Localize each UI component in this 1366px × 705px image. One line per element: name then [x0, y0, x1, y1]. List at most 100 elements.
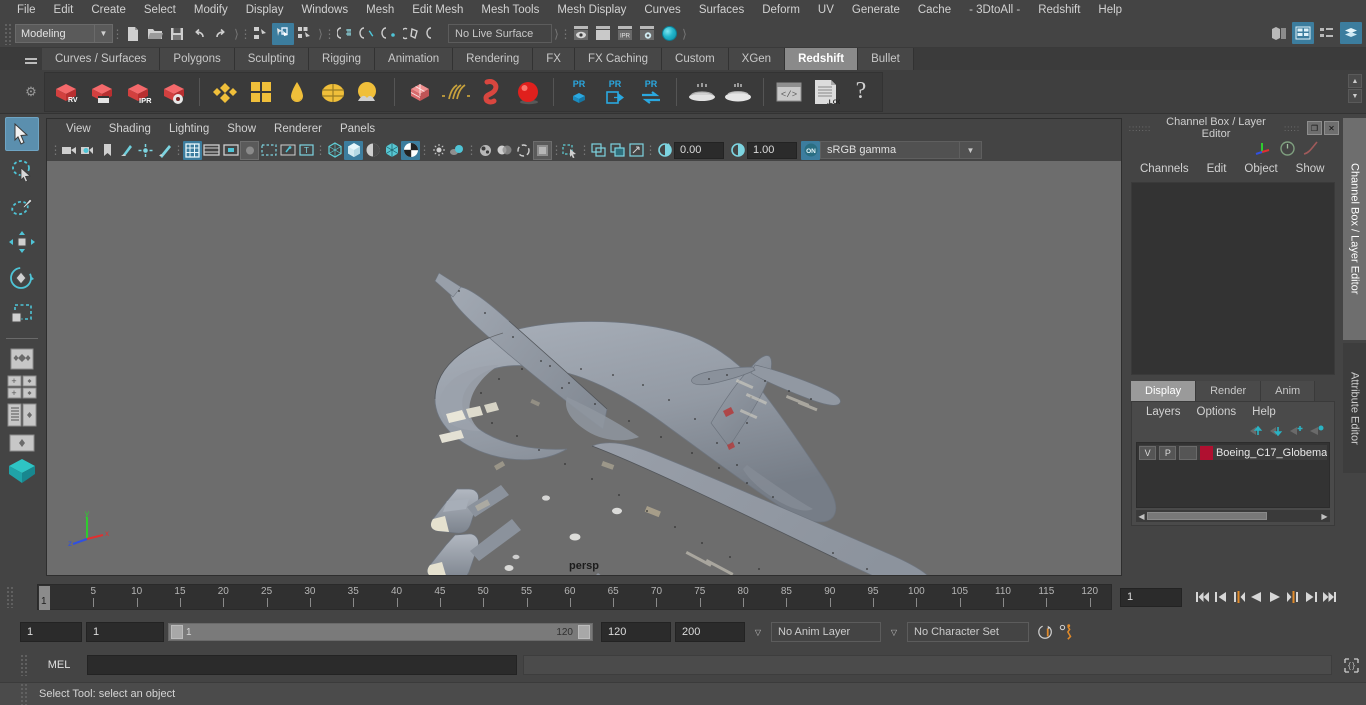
- redshift-script-editor-icon[interactable]: </>: [772, 74, 806, 110]
- help-line-grip[interactable]: [20, 683, 28, 705]
- curve-icon[interactable]: [1302, 140, 1319, 157]
- create-layer-from-selected-icon[interactable]: [1309, 425, 1324, 437]
- redshift-light-cone-icon[interactable]: [280, 74, 314, 110]
- scale-tool[interactable]: [5, 297, 39, 331]
- shelf-tab-custom[interactable]: Custom: [662, 48, 729, 70]
- undo-icon[interactable]: [188, 23, 210, 45]
- isolate-select-icon[interactable]: [561, 141, 580, 160]
- vtab-channel-box-layer-editor[interactable]: Channel Box / Layer Editor: [1343, 118, 1366, 340]
- shelf-options-gear-icon[interactable]: ⚙: [20, 70, 42, 114]
- tab-anim[interactable]: Anim: [1261, 381, 1316, 401]
- tab-display[interactable]: Display: [1131, 381, 1197, 401]
- time-slider-grip[interactable]: [6, 586, 14, 608]
- shelf-menu-icon[interactable]: [20, 48, 42, 70]
- layer-visibility-toggle[interactable]: V: [1139, 445, 1157, 460]
- shelf-tab-sculpting[interactable]: Sculpting: [234, 48, 310, 70]
- redshift-bake-set-icon[interactable]: [721, 74, 755, 110]
- menu-surfaces[interactable]: Surfaces: [690, 2, 753, 18]
- render-sequence-icon[interactable]: [592, 23, 614, 45]
- layout-four-view-icon[interactable]: + +: [4, 374, 40, 400]
- snap-to-point-icon[interactable]: [378, 23, 400, 45]
- menu-help[interactable]: Help: [1089, 2, 1131, 18]
- step-back-keyframe-icon[interactable]: [1212, 587, 1229, 607]
- color-management-toggle-icon[interactable]: ON: [801, 140, 820, 160]
- shelf-tab-curves-surfaces[interactable]: Curves / Surfaces: [42, 48, 161, 70]
- gate-mask-icon[interactable]: [240, 140, 259, 160]
- bookmark-icon[interactable]: [98, 141, 117, 160]
- viewport-menu-panels[interactable]: Panels: [331, 121, 384, 137]
- redshift-pr-transfer-icon[interactable]: PR: [634, 74, 668, 110]
- redshift-hair-icon[interactable]: [439, 74, 473, 110]
- menu-display[interactable]: Display: [237, 2, 293, 18]
- perspective-viewport[interactable]: y x z persp: [47, 161, 1121, 575]
- play-backwards-icon[interactable]: [1248, 587, 1265, 607]
- layer-list-horizontal-scrollbar[interactable]: ◀ ▶: [1136, 510, 1330, 522]
- viewport-menu-view[interactable]: View: [57, 121, 100, 137]
- redshift-log-icon[interactable]: .LOG: [808, 74, 842, 110]
- shaded-wireframe-icon[interactable]: [382, 141, 401, 160]
- gamma-icon[interactable]: [728, 141, 747, 160]
- color-management-selector[interactable]: sRGB gamma: [820, 141, 960, 159]
- grab-snapshot-icon[interactable]: [627, 141, 646, 160]
- snap-to-view-plane-icon[interactable]: [422, 23, 444, 45]
- move-layer-down-icon[interactable]: [1269, 425, 1284, 437]
- view-sequence-icon[interactable]: [608, 141, 627, 160]
- anim-layer-selector[interactable]: No Anim Layer: [771, 622, 881, 642]
- layer-list[interactable]: V P Boeing_C17_Globemas: [1136, 442, 1330, 508]
- axis-mini-icon[interactable]: [1255, 140, 1273, 156]
- go-to-end-icon[interactable]: [1320, 587, 1337, 607]
- range-left-handle[interactable]: [171, 625, 183, 639]
- redshift-sphere-icon[interactable]: [511, 74, 545, 110]
- menu-file[interactable]: File: [8, 2, 45, 18]
- grease-pencil-icon[interactable]: [155, 141, 174, 160]
- shelf-scroll-down-icon[interactable]: ▼: [1348, 89, 1362, 103]
- menu-modify[interactable]: Modify: [185, 2, 237, 18]
- channels-menu[interactable]: Channels: [1131, 161, 1198, 177]
- range-right-handle[interactable]: [578, 625, 590, 639]
- depth-of-field-icon[interactable]: [533, 140, 552, 160]
- menu-edit-mesh[interactable]: Edit Mesh: [403, 2, 472, 18]
- character-set-chevron-down-icon[interactable]: ▽: [885, 628, 903, 637]
- exposure-icon[interactable]: [655, 141, 674, 160]
- rotate-tool[interactable]: [5, 261, 39, 295]
- step-forward-frame-icon[interactable]: [1284, 587, 1301, 607]
- redshift-help-icon[interactable]: ?: [844, 74, 878, 110]
- playback-start-field[interactable]: 1: [20, 622, 82, 642]
- live-surface-field[interactable]: No Live Surface: [448, 24, 552, 43]
- go-to-start-icon[interactable]: [1194, 587, 1211, 607]
- shelf-tab-redshift[interactable]: Redshift: [785, 48, 859, 70]
- range-bar[interactable]: 1 120: [168, 623, 593, 641]
- redshift-volume-icon[interactable]: [475, 74, 509, 110]
- layout-hypergraph-icon[interactable]: [4, 430, 40, 456]
- redshift-bake-icon[interactable]: [685, 74, 719, 110]
- shadows-icon[interactable]: [448, 141, 467, 160]
- layer-shading-toggle[interactable]: [1179, 445, 1197, 460]
- channel-box-toggle-icon[interactable]: [1292, 22, 1314, 44]
- command-line-grip[interactable]: [20, 654, 28, 676]
- help-menu[interactable]: Help: [1244, 405, 1284, 419]
- select-tool[interactable]: [5, 117, 39, 151]
- animation-preferences-icon[interactable]: [1058, 622, 1075, 642]
- scroll-thumb[interactable]: [1147, 512, 1267, 520]
- shelf-tab-xgen[interactable]: XGen: [728, 48, 786, 70]
- open-scene-icon[interactable]: [144, 23, 166, 45]
- xray-icon[interactable]: [259, 141, 278, 160]
- menu-set-selector[interactable]: Modeling: [15, 24, 95, 43]
- smooth-shade-all-icon[interactable]: [344, 140, 363, 160]
- image-plane-icon[interactable]: [117, 141, 136, 160]
- shelf-tab-rendering[interactable]: Rendering: [453, 48, 534, 70]
- edit-menu[interactable]: Edit: [1198, 161, 1236, 177]
- redshift-render-sequence-icon[interactable]: [85, 74, 119, 110]
- layout-single-perspective-icon[interactable]: [4, 346, 40, 372]
- select-by-component-icon[interactable]: [294, 23, 316, 45]
- play-forwards-icon[interactable]: [1266, 587, 1283, 607]
- step-forward-keyframe-icon[interactable]: [1302, 587, 1319, 607]
- playback-end-field[interactable]: 200: [675, 622, 745, 642]
- create-empty-layer-icon[interactable]: [1289, 425, 1304, 437]
- attribute-editor-toggle-icon[interactable]: [1316, 22, 1338, 44]
- snap-to-curve-icon[interactable]: [356, 23, 378, 45]
- time-cursor[interactable]: 1: [39, 586, 50, 610]
- menu-deform[interactable]: Deform: [753, 2, 809, 18]
- menu-cache[interactable]: Cache: [909, 2, 960, 18]
- shelf-tab-rigging[interactable]: Rigging: [309, 48, 376, 70]
